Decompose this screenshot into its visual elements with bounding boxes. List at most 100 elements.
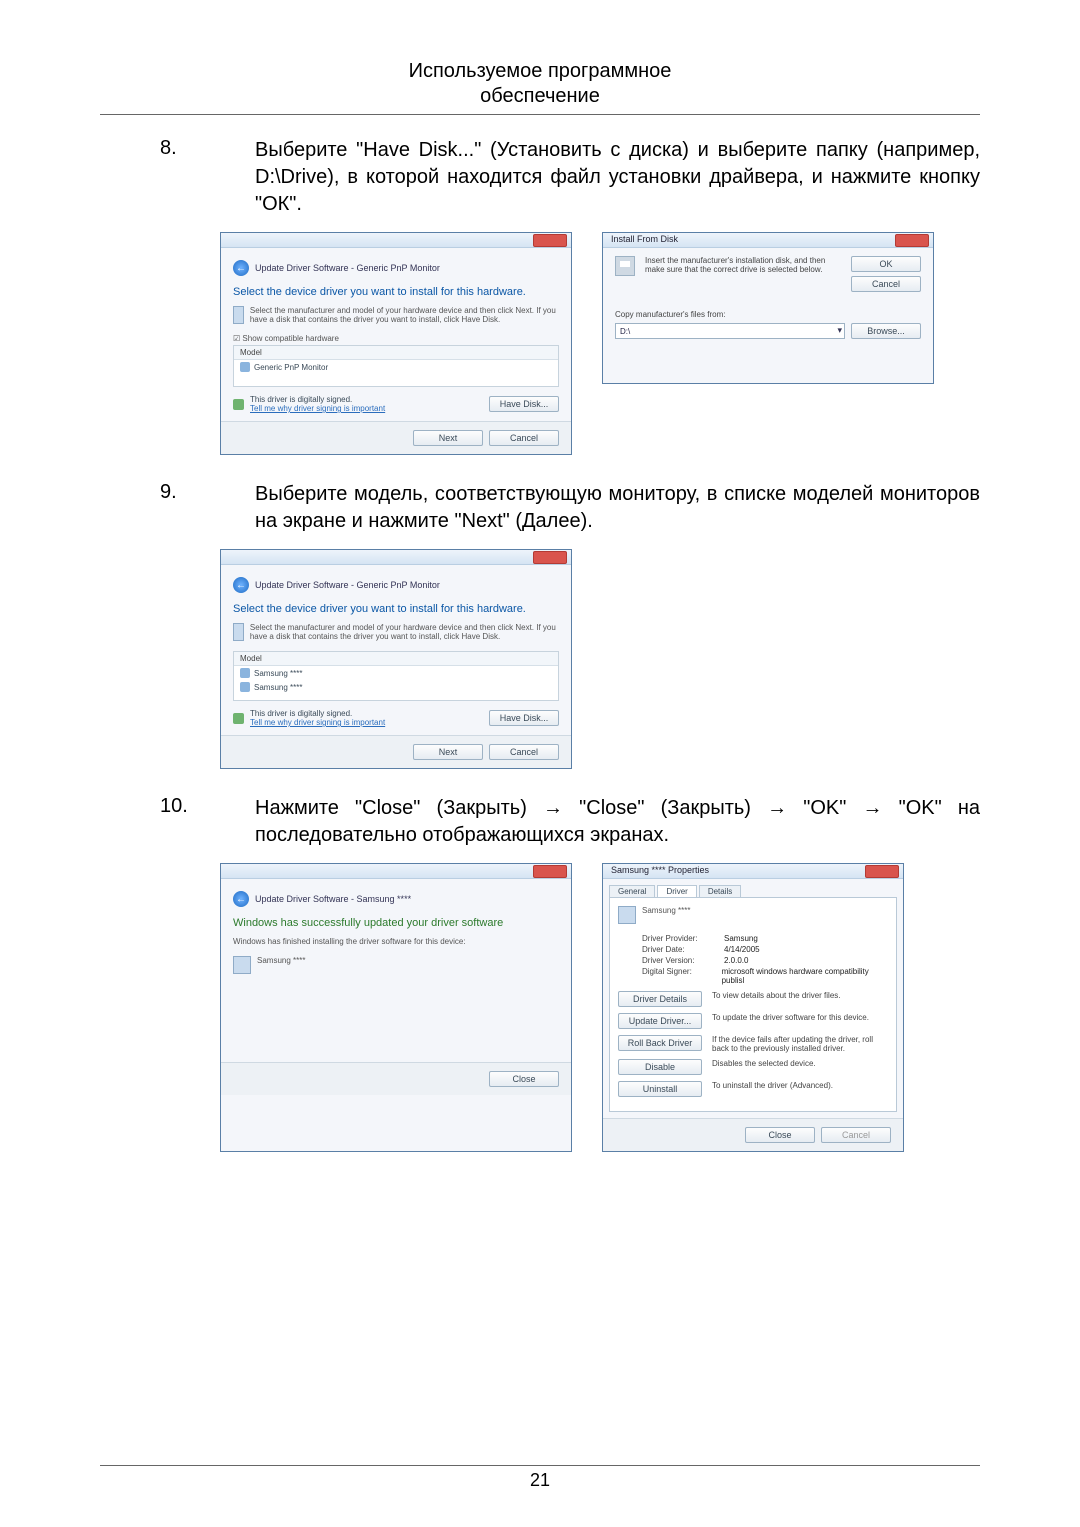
rollback-desc: If the device fails after updating the d…: [712, 1035, 888, 1053]
back-icon[interactable]: ←: [233, 891, 249, 907]
dialog-select-model: ← Update Driver Software - Generic PnP M…: [220, 549, 572, 769]
copy-from-label: Copy manufacturer's files from:: [615, 310, 921, 319]
shield-icon: [233, 399, 244, 410]
update-driver-desc: To update the driver software for this d…: [712, 1013, 888, 1022]
ok-button[interactable]: OK: [851, 256, 921, 272]
footer-rule: [100, 1465, 980, 1466]
disk-hint: Insert the manufacturer's installation d…: [645, 256, 841, 274]
disable-button[interactable]: Disable: [618, 1059, 702, 1075]
page-header-subtitle: обеспечение: [100, 85, 980, 108]
signer-value: microsoft windows hardware compatibility…: [722, 967, 888, 985]
model-header: Model: [234, 652, 558, 666]
date-label: Driver Date:: [642, 945, 714, 954]
step-10-number: 10.: [100, 795, 255, 849]
dialog-heading: Windows has successfully updated your dr…: [233, 917, 559, 929]
model-row[interactable]: Samsung ****: [234, 680, 558, 694]
device-name: Samsung ****: [642, 906, 690, 924]
next-button[interactable]: Next: [413, 744, 483, 760]
page-header-title: Используемое программное: [100, 60, 980, 83]
device-icon: [233, 956, 251, 974]
browse-button[interactable]: Browse...: [851, 323, 921, 339]
model-header: Model: [234, 346, 558, 360]
step-10: 10. Нажмите "Close" (Закрыть) → "Close" …: [100, 795, 980, 849]
close-icon[interactable]: [865, 865, 899, 878]
finished-subtext: Windows has finished installing the driv…: [233, 937, 559, 946]
step-8-text: Выберите "Have Disk..." (Установить с ди…: [255, 137, 980, 218]
titlebar: [221, 550, 571, 565]
monitor-icon: [240, 668, 250, 678]
close-button[interactable]: Close: [489, 1071, 559, 1087]
have-disk-button[interactable]: Have Disk...: [489, 710, 559, 726]
dialog-select-driver: ← Update Driver Software - Generic PnP M…: [220, 232, 572, 455]
version-value: 2.0.0.0: [724, 956, 748, 965]
signing-link[interactable]: Tell me why driver signing is important: [250, 718, 385, 727]
chevron-down-icon: ▾: [837, 325, 842, 336]
cancel-button[interactable]: Cancel: [851, 276, 921, 292]
device-icon: [618, 906, 636, 924]
uninstall-desc: To uninstall the driver (Advanced).: [712, 1081, 888, 1090]
step-10-text: Нажмите "Close" (Закрыть) → "Close" (Зак…: [255, 795, 980, 849]
breadcrumb: Update Driver Software - Samsung ****: [255, 894, 411, 904]
breadcrumb: Update Driver Software - Generic PnP Mon…: [255, 263, 440, 273]
date-value: 4/14/2005: [724, 945, 760, 954]
page-number: 21: [100, 1470, 980, 1491]
cancel-button[interactable]: Cancel: [489, 744, 559, 760]
provider-value: Samsung: [724, 934, 758, 943]
breadcrumb: Update Driver Software - Generic PnP Mon…: [255, 580, 440, 590]
close-icon[interactable]: [533, 865, 567, 878]
dialog-driver-properties: Samsung **** Properties General Driver D…: [602, 863, 904, 1152]
cancel-button: Cancel: [821, 1127, 891, 1143]
dialog-hint: Select the manufacturer and model of you…: [250, 306, 559, 324]
floppy-icon: [615, 256, 635, 276]
model-row[interactable]: Generic PnP Monitor: [234, 360, 558, 374]
close-icon[interactable]: [895, 234, 929, 247]
device-icon: [233, 306, 244, 324]
driver-details-desc: To view details about the driver files.: [712, 991, 888, 1000]
dialog-hint: Select the manufacturer and model of you…: [250, 623, 559, 641]
dialog-heading: Select the device driver you want to ins…: [233, 286, 559, 298]
dialog-title: Install From Disk: [611, 234, 678, 244]
back-icon[interactable]: ←: [233, 577, 249, 593]
tab-details[interactable]: Details: [699, 885, 741, 897]
monitor-icon: [240, 362, 250, 372]
show-compatible-checkbox[interactable]: ☑ Show compatible hardware: [233, 334, 559, 343]
step-8-number: 8.: [100, 137, 255, 218]
page-footer: 21: [100, 1465, 980, 1491]
step-9-number: 9.: [100, 481, 255, 535]
step-9: 9. Выберите модель, соответствующую мони…: [100, 481, 980, 535]
dialog-title: Samsung **** Properties: [611, 865, 709, 875]
signed-text: This driver is digitally signed.: [250, 709, 385, 718]
titlebar: [221, 233, 571, 248]
header-rule: [100, 114, 980, 115]
shield-icon: [233, 713, 244, 724]
version-label: Driver Version:: [642, 956, 714, 965]
close-button[interactable]: Close: [745, 1127, 815, 1143]
disable-desc: Disables the selected device.: [712, 1059, 888, 1068]
signing-link[interactable]: Tell me why driver signing is important: [250, 404, 385, 413]
tab-driver[interactable]: Driver: [657, 885, 696, 897]
update-driver-button[interactable]: Update Driver...: [618, 1013, 702, 1029]
uninstall-button[interactable]: Uninstall: [618, 1081, 702, 1097]
next-button[interactable]: Next: [413, 430, 483, 446]
driver-details-button[interactable]: Driver Details: [618, 991, 702, 1007]
dialog-heading: Select the device driver you want to ins…: [233, 603, 559, 615]
provider-label: Driver Provider:: [642, 934, 714, 943]
signer-label: Digital Signer:: [642, 967, 712, 985]
cancel-button[interactable]: Cancel: [489, 430, 559, 446]
back-icon[interactable]: ←: [233, 260, 249, 276]
tab-general[interactable]: General: [609, 885, 655, 897]
have-disk-button[interactable]: Have Disk...: [489, 396, 559, 412]
step-9-text: Выберите модель, соответствующую монитор…: [255, 481, 980, 535]
signed-text: This driver is digitally signed.: [250, 395, 385, 404]
titlebar: Install From Disk: [603, 233, 933, 248]
close-icon[interactable]: [533, 234, 567, 247]
device-icon: [233, 623, 244, 641]
device-name: Samsung ****: [257, 956, 305, 974]
rollback-button[interactable]: Roll Back Driver: [618, 1035, 702, 1051]
dialog-install-from-disk: Install From Disk Insert the manufacture…: [602, 232, 934, 384]
monitor-icon: [240, 682, 250, 692]
close-icon[interactable]: [533, 551, 567, 564]
model-row[interactable]: Samsung ****: [234, 666, 558, 680]
dialog-update-finished: ← Update Driver Software - Samsung **** …: [220, 863, 572, 1152]
path-dropdown[interactable]: D:\ ▾: [615, 323, 845, 339]
